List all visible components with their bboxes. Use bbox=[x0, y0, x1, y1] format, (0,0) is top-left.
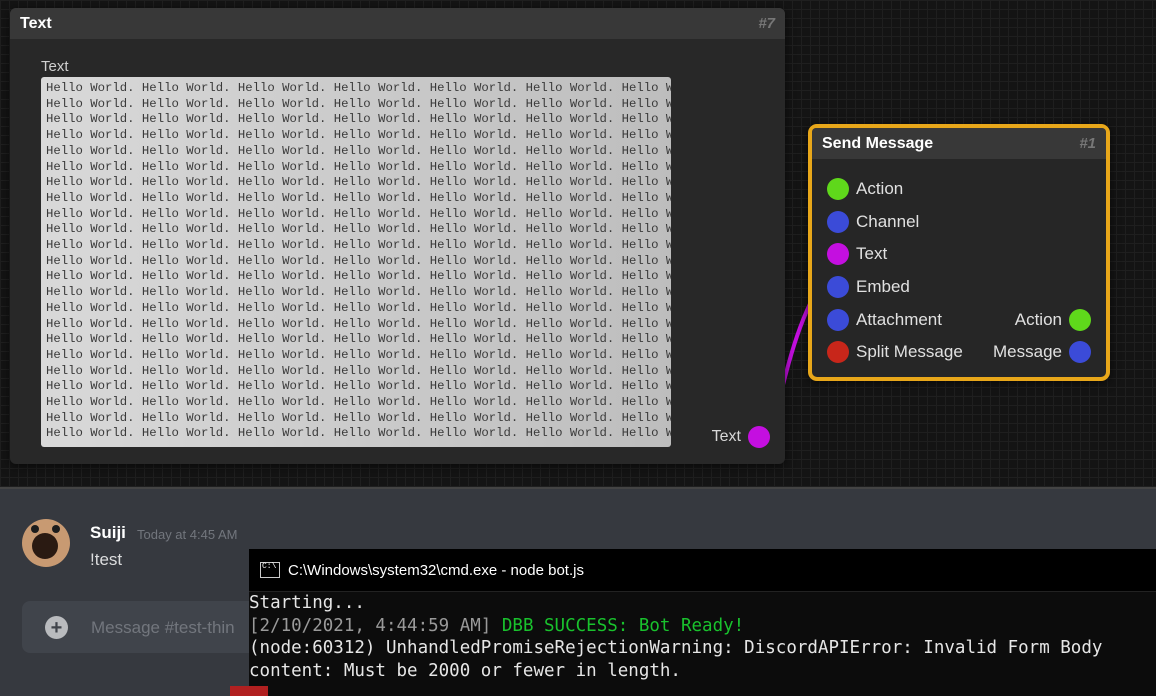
text-node-header[interactable]: Text #7 bbox=[10, 8, 785, 39]
port-label: Action bbox=[1014, 309, 1062, 329]
text-line: Hello World. Hello World. Hello World. H… bbox=[46, 159, 671, 174]
input-port-text[interactable]: Text bbox=[827, 243, 888, 266]
node-title: Send Message bbox=[822, 134, 934, 152]
port-dot[interactable] bbox=[827, 210, 849, 233]
cmd-title: C:\Windows\system32\cmd.exe - node bot.j… bbox=[288, 561, 584, 579]
message-content: !test bbox=[90, 550, 123, 569]
port-row: Channel bbox=[827, 206, 1091, 239]
text-line: Hello World. Hello World. Hello World. H… bbox=[46, 395, 671, 410]
text-line: Hello World. Hello World. Hello World. H… bbox=[46, 347, 671, 362]
text-line: Hello World. Hello World. Hello World. H… bbox=[46, 81, 671, 95]
port-dot[interactable] bbox=[1069, 341, 1091, 364]
port-row: Embed bbox=[827, 271, 1091, 304]
input-port-channel[interactable]: Channel bbox=[827, 210, 920, 233]
text-line: Hello World. Hello World. Hello World. H… bbox=[46, 96, 671, 111]
text-line: Hello World. Hello World. Hello World. H… bbox=[46, 128, 671, 143]
port-label: Channel bbox=[856, 211, 920, 231]
port-dot[interactable] bbox=[827, 276, 849, 299]
text-line: Hello World. Hello World. Hello World. H… bbox=[46, 190, 671, 205]
cmd-text: DBB SUCCESS: Bot Ready! bbox=[501, 615, 745, 636]
send-message-node[interactable]: Send Message #1 Action Channel Text Embed At… bbox=[808, 124, 1110, 381]
port-dot[interactable] bbox=[1069, 308, 1091, 331]
cmd-line: (node:60312) UnhandledPromiseRejectionWa… bbox=[249, 637, 1156, 660]
cmd-line: Starting... bbox=[249, 592, 1156, 615]
text-line: Hello World. Hello World. Hello World. H… bbox=[46, 300, 671, 315]
port-dot[interactable] bbox=[827, 308, 849, 331]
text-line: Hello World. Hello World. Hello World. H… bbox=[46, 112, 671, 127]
text-line: Hello World. Hello World. Hello World. H… bbox=[46, 143, 671, 158]
text-line: Hello World. Hello World. Hello World. H… bbox=[46, 206, 671, 221]
input-port-split-message[interactable]: Split Message bbox=[827, 341, 963, 364]
port-row: Action bbox=[827, 173, 1091, 206]
cmd-text: (node:60312) UnhandledPromiseRejectionWa… bbox=[249, 638, 1103, 658]
output-port-message[interactable]: Message bbox=[993, 341, 1091, 364]
cmd-output: Starting... [2/10/2021, 4:44:59 AM] DBB S… bbox=[249, 592, 1156, 682]
port-row: Attachment Action bbox=[827, 303, 1091, 336]
text-line: Hello World. Hello World. Hello World. H… bbox=[46, 238, 671, 253]
port-row: Split Message Message bbox=[827, 336, 1091, 369]
text-line: Hello World. Hello World. Hello World. H… bbox=[46, 269, 671, 284]
output-port-action[interactable]: Action bbox=[1014, 308, 1091, 331]
port-row: Text bbox=[827, 238, 1091, 271]
node-title: Text bbox=[20, 14, 52, 32]
message-timestamp: Today at 4:45 AM bbox=[137, 527, 238, 542]
cmd-window[interactable]: C:\ C:\Windows\system32\cmd.exe - node b… bbox=[249, 549, 1156, 696]
output-port-text[interactable]: Text bbox=[712, 426, 770, 448]
node-id: #1 bbox=[1079, 135, 1096, 152]
port-dot[interactable] bbox=[827, 341, 849, 364]
cmd-text: content: Must be 2000 or fewer in length… bbox=[249, 660, 681, 681]
port-label: Text bbox=[856, 244, 888, 264]
avatar-mouth bbox=[32, 533, 58, 559]
message-input[interactable]: + Message #test-thin bbox=[22, 601, 282, 653]
cmd-line: content: Must be 2000 or fewer in length… bbox=[249, 660, 1156, 683]
input-port-action[interactable]: Action bbox=[827, 178, 904, 201]
add-attachment-icon[interactable]: + bbox=[45, 616, 68, 639]
node-id: #7 bbox=[758, 15, 775, 32]
port-label: Embed bbox=[856, 277, 910, 297]
port-dot[interactable] bbox=[748, 426, 770, 448]
avatar[interactable] bbox=[22, 519, 70, 567]
text-line: Hello World. Hello World. Hello World. H… bbox=[46, 285, 671, 300]
username[interactable]: Suiji bbox=[90, 523, 126, 543]
text-line: Hello World. Hello World. Hello World. H… bbox=[46, 175, 671, 190]
cmd-icon: C:\ bbox=[260, 562, 280, 578]
cmd-text: Starting... bbox=[249, 593, 365, 613]
red-indicator bbox=[230, 686, 268, 696]
cmd-line: [2/10/2021, 4:44:59 AM] DBB SUCCESS: Bot… bbox=[249, 615, 1156, 638]
port-label: Message bbox=[993, 342, 1062, 362]
avatar-eye bbox=[31, 525, 39, 533]
port-label: Split Message bbox=[856, 342, 963, 362]
text-line: Hello World. Hello World. Hello World. H… bbox=[46, 363, 671, 378]
text-line: Hello World. Hello World. Hello World. H… bbox=[46, 379, 671, 394]
text-line: Hello World. Hello World. Hello World. H… bbox=[46, 410, 671, 425]
text-node[interactable]: Text #7 Text Hello World. Hello World. H… bbox=[10, 8, 785, 464]
text-line: Hello World. Hello World. Hello World. H… bbox=[46, 222, 671, 237]
text-line: Hello World. Hello World. Hello World. H… bbox=[46, 332, 671, 347]
cmd-text: [2/10/2021, 4:44:59 AM] bbox=[249, 615, 502, 636]
text-line: Hello World. Hello World. Hello World. H… bbox=[46, 316, 671, 331]
message-input-placeholder: Message #test-thin bbox=[91, 618, 235, 637]
cmd-titlebar[interactable]: C:\ C:\Windows\system32\cmd.exe - node b… bbox=[249, 549, 1156, 592]
port-dot[interactable] bbox=[827, 178, 849, 201]
port-dot[interactable] bbox=[827, 243, 849, 266]
input-port-embed[interactable]: Embed bbox=[827, 276, 910, 299]
port-list: Action Channel Text Embed Attachment Action Sp… bbox=[827, 173, 1091, 369]
text-field-label: Text bbox=[41, 58, 69, 75]
port-label: Action bbox=[856, 179, 904, 199]
port-label: Attachment bbox=[856, 309, 942, 329]
text-textarea[interactable]: Hello World. Hello World. Hello World. H… bbox=[41, 77, 671, 447]
send-node-header[interactable]: Send Message #1 bbox=[812, 128, 1106, 159]
text-line: Hello World. Hello World. Hello World. H… bbox=[46, 426, 671, 441]
avatar-eye bbox=[52, 525, 60, 533]
input-port-attachment[interactable]: Attachment bbox=[827, 308, 942, 331]
node-editor-canvas[interactable]: Text #7 Text Hello World. Hello World. H… bbox=[0, 0, 1156, 487]
port-label: Text bbox=[711, 428, 741, 445]
text-line: Hello World. Hello World. Hello World. H… bbox=[46, 253, 671, 268]
